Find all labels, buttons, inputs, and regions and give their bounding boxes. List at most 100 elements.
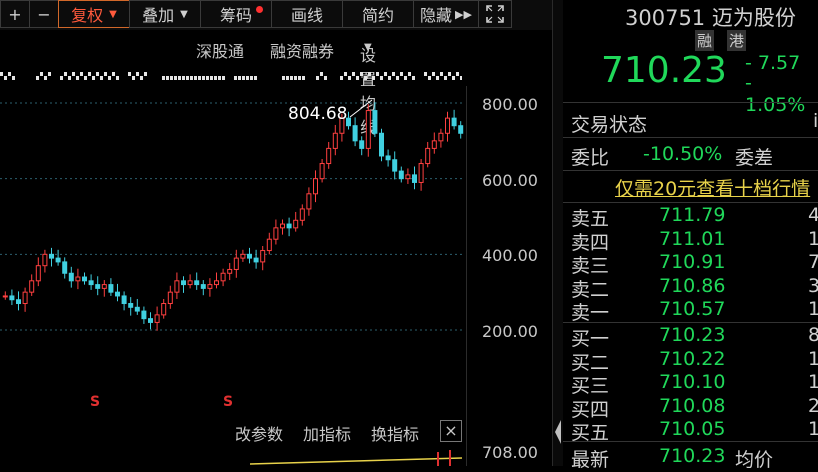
weibi-value: -10.50% [643,143,723,165]
level-price: 710.86 [659,274,726,297]
event-marker-dot [132,76,135,80]
event-marker-dot [348,76,351,80]
divider [563,441,818,442]
order-book-row[interactable]: 买二 710.22 1 [563,347,818,374]
candle [273,219,279,245]
candle [62,257,68,279]
candle [280,219,285,235]
candle [49,247,54,267]
level-volume: 2 [808,394,818,417]
weicha-label: 委差 [735,147,774,169]
caret-down-icon: ▼ [180,8,188,20]
candle [181,276,186,293]
gaicanshu-button[interactable]: 改参数 [235,421,283,445]
sub-chart [250,450,462,466]
high-price-annotation: 804.68 [288,104,348,124]
y-tick-label: 800.00 [482,95,538,114]
order-book-row[interactable]: 卖四 711.01 1 [563,227,818,254]
gang-tag: 港 [727,30,747,51]
jianyue-button[interactable]: 简约 [342,0,414,28]
event-marker-dot [368,72,371,76]
event-marker-dot [352,72,355,76]
candle [240,249,246,262]
order-book-row[interactable]: 卖三 710.91 7 [563,251,818,277]
order-book-row[interactable]: 卖二 710.86 3 [563,274,818,301]
candle [418,158,424,191]
double-arrow-right-icon: ▶▶ [455,7,472,21]
price-change: - 7.57 [745,52,801,74]
event-marker-dot [88,72,91,76]
event-marker-dot [408,72,411,76]
event-marker-dot [60,76,63,80]
event-marker-dot [36,76,39,80]
level-price: 710.22 [659,347,726,370]
huaxian-button[interactable]: 画线 [271,0,343,28]
event-marker-dot [44,76,47,80]
level-price: 710.57 [659,298,726,320]
event-marker-dot [444,76,447,80]
avg-label: 均价 [735,449,774,471]
panel-splitter[interactable] [552,0,563,466]
candle [174,272,180,299]
axis-divider [466,86,467,466]
y-tick-label: 200.00 [482,322,538,341]
event-marker-dot [388,76,391,80]
status-value: i [813,110,818,132]
order-book-row[interactable]: 买一 710.23 8 [563,324,818,350]
level-volume: 4 [808,204,818,226]
fuquan-dropdown[interactable]: 复权 ▼ [58,0,130,28]
candle [55,249,61,266]
event-marker-dot [218,76,221,80]
event-marker-dot [238,76,241,80]
candle [134,298,140,315]
promo-link[interactable]: 仅需20元查看十档行情 [615,174,810,201]
event-marker-dot [344,72,347,76]
event-marker-dot [290,76,293,80]
event-marker-dot [302,76,305,80]
event-marker-dot [198,76,201,80]
candle [266,232,272,255]
chouma-button[interactable]: 筹码 [200,0,272,28]
order-book-row[interactable]: 买五 710.05 1 [563,418,818,444]
quote-panel: 300751 迈为股份 融 港 710.23 - 7.57 - 1.05% 交易… [563,0,818,471]
candle [227,263,233,281]
event-marker-dot [460,76,462,80]
collapse-arrow-icon[interactable] [553,412,563,452]
shengutong-link[interactable]: 深股通 [196,38,244,62]
weibi-label: 委比 [571,147,610,169]
divider [563,170,818,171]
candle [148,312,153,330]
event-marker-dot [356,76,359,80]
order-book-row[interactable]: 卖一 710.57 1 [563,298,818,324]
candle [253,249,259,269]
candle [22,287,28,312]
candle [154,306,160,331]
event-marker-dot [68,76,71,80]
event-marker-dot [12,76,15,80]
level-volume: 3 [808,274,818,297]
order-book-row[interactable]: 卖五 711.79 4 [563,204,818,230]
candlestick-chart[interactable] [0,86,466,418]
event-marker-dot [64,72,67,76]
order-book-row[interactable]: 买三 710.10 1 [563,371,818,397]
yincang-button[interactable]: 隐藏 ▶▶ [413,0,479,28]
level-price: 711.01 [659,227,726,250]
event-marker-dot [298,76,301,80]
candle [326,141,332,169]
event-marker-dot [76,76,79,80]
candle [425,141,431,168]
jiazhibiao-button[interactable]: 加指标 [303,421,351,445]
zoom-out-button[interactable]: − [29,0,59,28]
event-marker-dot [210,76,213,80]
diejia-dropdown[interactable]: 叠加 ▼ [129,0,201,28]
close-icon[interactable]: × [440,420,462,442]
rongzi-link[interactable]: 融资融券 [270,38,334,62]
event-marker-dot [104,72,107,76]
expand-button[interactable] [478,0,512,28]
event-marker-dot [162,76,165,80]
huanzhibiao-button[interactable]: 换指标 [371,421,419,445]
event-marker-dot [4,76,7,80]
zoom-in-button[interactable]: + [0,0,30,28]
expand-icon [486,5,504,23]
order-book-row[interactable]: 买四 710.08 2 [563,394,818,421]
